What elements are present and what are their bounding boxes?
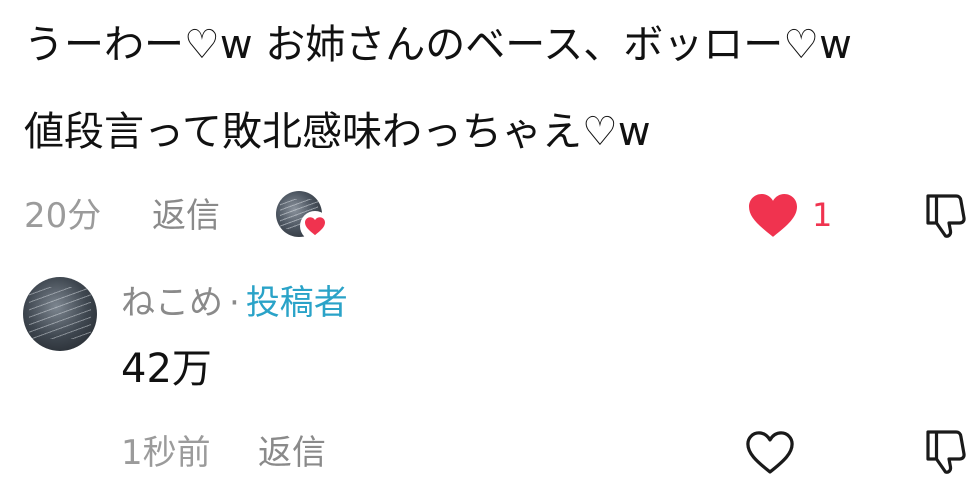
comment-like-count: 1 (812, 196, 833, 234)
reply-timestamp: 1秒前 (121, 433, 211, 473)
heart-filled-icon[interactable] (746, 191, 800, 239)
thumbs-down-icon[interactable] (922, 426, 970, 480)
comment-text-line-2: 値段言って敗北感味わっちゃえ♡w (24, 109, 651, 155)
reply-avatar[interactable] (23, 277, 97, 351)
separator: · (229, 283, 240, 323)
reply-header: ねこめ · 投稿者 (121, 283, 348, 323)
heart-outline-icon[interactable] (744, 428, 796, 480)
reply-text: 42万 (121, 346, 212, 392)
author-badge: 投稿者 (245, 283, 348, 323)
reply-username[interactable]: ねこめ (121, 283, 223, 323)
reply-reply-button[interactable]: 返信 (258, 433, 326, 473)
creator-liked-badge (276, 191, 330, 241)
comment-timestamp: 20分 (24, 196, 102, 236)
thumbs-down-icon[interactable] (922, 190, 970, 244)
comment-text-line-1: うーわー♡w お姉さんのベース、ボッロー♡w (24, 22, 852, 68)
comment-like-button[interactable]: 1 (746, 191, 832, 239)
comment-reply-button[interactable]: 返信 (152, 196, 220, 236)
heart-icon (300, 211, 330, 241)
